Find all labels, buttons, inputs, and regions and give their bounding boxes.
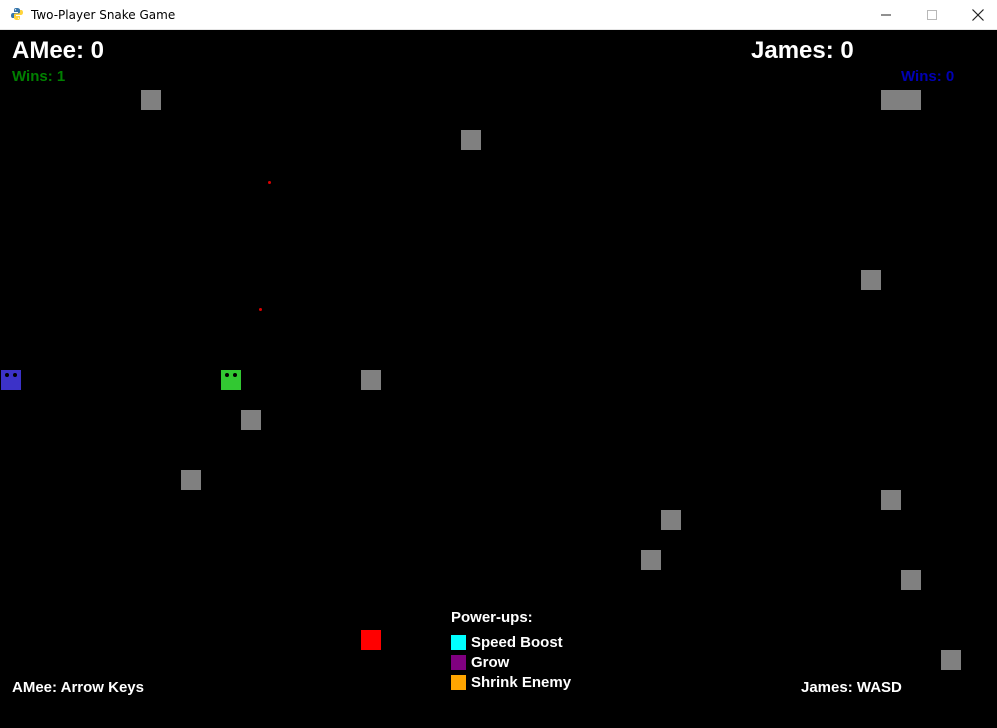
- obstacle-block: [941, 650, 961, 670]
- powerup-legend-shrink: Shrink Enemy: [451, 673, 572, 691]
- title-bar: Two-Player Snake Game: [0, 0, 997, 30]
- maximize-icon: [927, 9, 937, 20]
- particle-dot: [268, 181, 271, 184]
- obstacle-block: [181, 470, 201, 490]
- powerups-legend-title: Power-ups:: [451, 609, 533, 626]
- player1-snake-head: [221, 370, 241, 390]
- food-item: [361, 630, 381, 650]
- snake-eye: [5, 373, 9, 377]
- minimize-icon: [881, 14, 891, 15]
- obstacle-block: [141, 90, 161, 110]
- obstacle-block: [861, 270, 881, 290]
- player1-wins: Wins: 1: [12, 68, 66, 85]
- speed-boost-swatch: [451, 634, 466, 650]
- player1-controls: AMee: Arrow Keys: [12, 679, 144, 696]
- maximize-button[interactable]: [909, 0, 955, 29]
- close-icon: [972, 8, 984, 21]
- obstacle-block: [361, 370, 381, 390]
- python-icon: [11, 8, 23, 20]
- powerup-label: Speed Boost: [471, 633, 563, 651]
- snake-eye: [233, 373, 237, 377]
- powerup-legend-grow: Grow: [451, 653, 510, 671]
- shrink-enemy-swatch: [451, 674, 466, 690]
- player1-score: AMee: 0: [12, 37, 105, 64]
- close-button[interactable]: [955, 0, 997, 29]
- obstacle-block: [881, 90, 921, 110]
- game-board[interactable]: AMee: 0 Wins: 1 James: 0 Wins: 0 Power-u…: [0, 30, 997, 728]
- player2-score: James: 0: [751, 37, 854, 64]
- window-title: Two-Player Snake Game: [31, 8, 176, 22]
- powerup-label: Shrink Enemy: [471, 673, 572, 691]
- obstacle-block: [641, 550, 661, 570]
- obstacle-block: [661, 510, 681, 530]
- obstacle-block: [241, 410, 261, 430]
- powerup-legend-speed: Speed Boost: [451, 633, 563, 651]
- snake-eye: [13, 373, 17, 377]
- particle-dot: [259, 308, 262, 311]
- minimize-button[interactable]: [863, 0, 909, 29]
- player2-snake-head: [1, 370, 21, 390]
- game-window: Two-Player Snake Game AMee: 0 Wins: 1 Ja…: [0, 0, 997, 728]
- player2-wins: Wins: 0: [901, 68, 955, 85]
- grow-swatch: [451, 654, 466, 670]
- snake-eye: [225, 373, 229, 377]
- obstacle-block: [881, 490, 901, 510]
- obstacle-block: [901, 570, 921, 590]
- obstacle-block: [461, 130, 481, 150]
- player2-controls: James: WASD: [801, 679, 902, 696]
- powerup-label: Grow: [471, 653, 510, 671]
